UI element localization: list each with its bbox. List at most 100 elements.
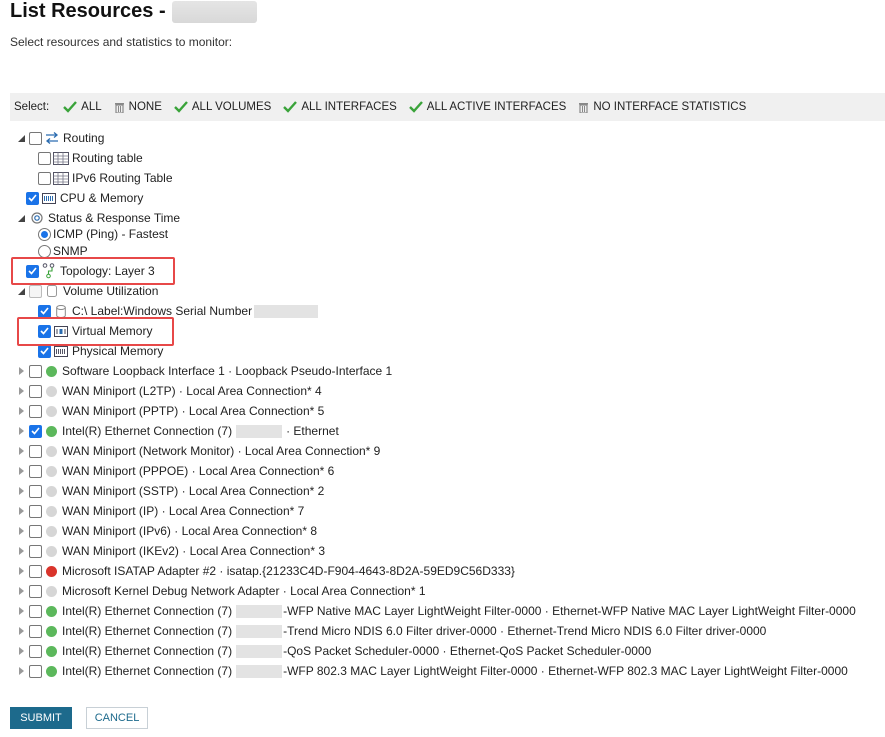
interface-checkbox[interactable] [29, 644, 42, 658]
interface-row: WAN Miniport (L2TP) · Local Area Connect… [16, 381, 322, 401]
virtual-memory-icon [53, 324, 69, 338]
interface-checkbox[interactable] [29, 604, 42, 618]
tree-item-c-drive: C:\ Label:Windows Serial Number [38, 301, 319, 321]
interface-row: Software Loopback Interface 1 · Loopback… [16, 361, 392, 381]
interface-checkbox[interactable] [29, 444, 42, 458]
expand-arrow-icon[interactable] [16, 366, 26, 376]
interface-checkbox[interactable] [29, 384, 42, 398]
physical-memory-checkbox[interactable] [38, 344, 51, 358]
status-unknown-icon [46, 465, 57, 477]
expand-arrow-icon[interactable] [16, 646, 26, 656]
select-all-volumes-button[interactable]: ALL VOLUMES [174, 101, 271, 113]
volume-utilization-checkbox[interactable] [29, 284, 42, 298]
interface-checkbox[interactable] [29, 464, 42, 478]
expand-arrow-icon[interactable] [16, 406, 26, 416]
status-up-icon [46, 365, 57, 377]
submit-button[interactable]: SUBMIT [10, 707, 72, 729]
expand-arrow-icon[interactable] [16, 466, 26, 476]
select-all-active-interfaces-button[interactable]: ALL ACTIVE INTERFACES [408, 101, 566, 113]
page-title: List Resources - [10, 0, 257, 23]
expand-arrow-icon[interactable] [16, 606, 26, 616]
interface-row: WAN Miniport (IKEv2) · Local Area Connec… [16, 541, 325, 561]
cpu-memory-checkbox[interactable] [26, 191, 39, 205]
page-subtitle: Select resources and statistics to monit… [10, 35, 233, 49]
status-up-icon [46, 425, 57, 437]
select-all-button[interactable]: ALL [63, 101, 102, 113]
status-unknown-icon [46, 505, 57, 517]
interface-row: Intel(R) Ethernet Connection (7) -WFP Na… [16, 601, 856, 621]
expand-arrow-icon[interactable] [16, 426, 26, 436]
topology-checkbox[interactable] [26, 264, 39, 278]
collapse-arrow-icon[interactable] [16, 286, 26, 296]
redacted-text [236, 664, 283, 678]
no-interface-statistics-button[interactable]: NO INTERFACE STATISTICS [578, 101, 746, 113]
interface-checkbox[interactable] [29, 404, 42, 418]
routing-table-checkbox[interactable] [38, 151, 51, 165]
interface-checkbox[interactable] [29, 504, 42, 518]
interface-checkbox[interactable] [29, 584, 42, 598]
interface-row: Intel(R) Ethernet Connection (7) · Ether… [16, 421, 339, 441]
select-toolbar: Select: ALL NONE ALL VOLUMES ALL INTERFA… [10, 93, 885, 121]
expand-arrow-icon[interactable] [16, 486, 26, 496]
status-up-icon [46, 665, 57, 677]
redacted-text [236, 604, 283, 618]
gauge-icon [29, 211, 45, 225]
status-unknown-icon [46, 445, 57, 457]
cancel-button[interactable]: CANCEL [86, 707, 148, 729]
routing-checkbox[interactable] [29, 131, 42, 145]
status-unknown-icon [46, 585, 57, 597]
expand-arrow-icon[interactable] [16, 546, 26, 556]
tree-item-routing-table: Routing table [38, 148, 143, 168]
expand-arrow-icon[interactable] [16, 626, 26, 636]
tree-item-virtual-memory: Virtual Memory [38, 321, 152, 341]
tree-item-snmp: SNMP [38, 241, 88, 261]
tree-item-cpu-memory: CPU & Memory [26, 188, 143, 208]
collapse-arrow-icon[interactable] [16, 213, 26, 223]
expand-arrow-icon[interactable] [16, 586, 26, 596]
interface-row: WAN Miniport (PPTP) · Local Area Connect… [16, 401, 324, 421]
volume-icon [44, 284, 60, 298]
collapse-arrow-icon[interactable] [16, 133, 26, 143]
interface-checkbox[interactable] [29, 564, 42, 578]
status-unknown-icon [46, 545, 57, 557]
interface-checkbox[interactable] [29, 544, 42, 558]
c-drive-checkbox[interactable] [38, 304, 51, 318]
expand-arrow-icon[interactable] [16, 526, 26, 536]
interface-checkbox[interactable] [29, 664, 42, 678]
ipv6-routing-table-checkbox[interactable] [38, 171, 51, 185]
routing-icon [44, 131, 60, 145]
check-icon [408, 101, 423, 113]
tree-item-routing: Routing [16, 128, 104, 148]
icmp-radio[interactable] [38, 227, 51, 241]
status-unknown-icon [46, 485, 57, 497]
interface-checkbox[interactable] [29, 624, 42, 638]
interface-checkbox[interactable] [29, 484, 42, 498]
select-none-button[interactable]: NONE [114, 101, 162, 113]
interface-row: WAN Miniport (SSTP) · Local Area Connect… [16, 481, 324, 501]
redacted-text [236, 424, 283, 438]
expand-arrow-icon[interactable] [16, 386, 26, 396]
interface-checkbox[interactable] [29, 524, 42, 538]
expand-arrow-icon[interactable] [16, 666, 26, 676]
interface-row: Intel(R) Ethernet Connection (7) -Trend … [16, 621, 766, 641]
interface-row: WAN Miniport (Network Monitor) · Local A… [16, 441, 380, 461]
virtual-memory-checkbox[interactable] [38, 324, 51, 338]
status-up-icon [46, 625, 57, 637]
expand-arrow-icon[interactable] [16, 566, 26, 576]
snmp-radio[interactable] [38, 244, 51, 258]
cpu-chip-icon [41, 191, 57, 205]
interface-checkbox[interactable] [29, 364, 42, 378]
expand-arrow-icon[interactable] [16, 506, 26, 516]
tree-item-physical-memory: Physical Memory [38, 341, 163, 361]
memory-chip-icon [53, 344, 69, 358]
status-unknown-icon [46, 405, 57, 417]
expand-arrow-icon[interactable] [16, 446, 26, 456]
interface-row: Microsoft ISATAP Adapter #2 · isatap.{21… [16, 561, 515, 581]
tree-item-volume-utilization: Volume Utilization [16, 281, 158, 301]
interface-checkbox[interactable] [29, 424, 42, 438]
select-all-interfaces-button[interactable]: ALL INTERFACES [283, 101, 397, 113]
check-icon [174, 101, 188, 113]
interface-row: Intel(R) Ethernet Connection (7) -WFP 80… [16, 661, 848, 681]
redacted-node-name [171, 0, 257, 23]
status-up-icon [46, 645, 57, 657]
